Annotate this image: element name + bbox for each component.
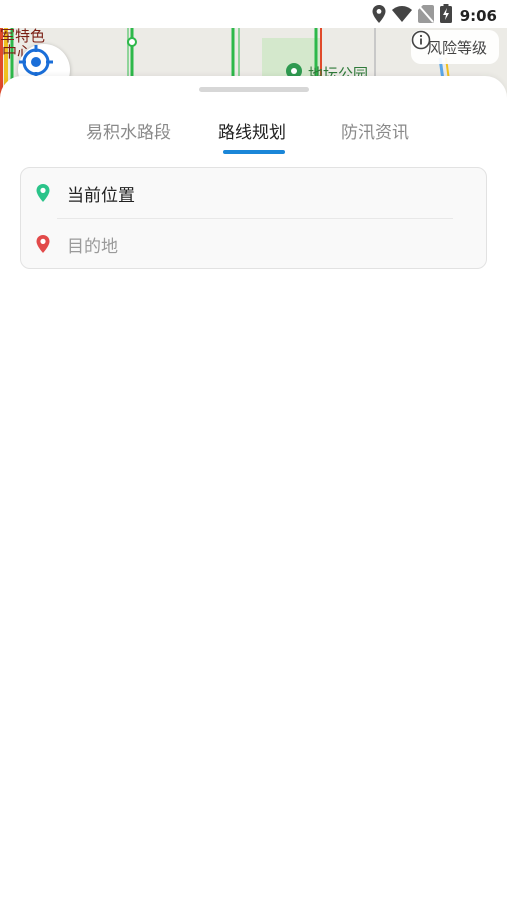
tab-waterlogging-roads[interactable]: 易积水路段	[86, 118, 171, 143]
start-location-text: 当前位置	[67, 185, 135, 206]
status-time: 9:06	[459, 6, 497, 25]
sim-off-icon	[417, 4, 434, 27]
sheet-drag-handle[interactable]	[199, 87, 309, 92]
screen: 9:06 军特色 中心 地坛公园 风险等级 易积水路段 路线规划 防汛资讯 当前…	[0, 0, 507, 901]
status-icons: 9:06	[372, 4, 497, 27]
map-poi-label: 军特色	[0, 28, 46, 45]
risk-level-label: 风险等级	[426, 38, 487, 57]
battery-charging-icon	[439, 4, 452, 27]
start-pin-icon	[35, 183, 51, 203]
active-tab-indicator	[223, 150, 285, 154]
destination-pin-icon	[35, 234, 51, 254]
destination-row[interactable]: 目的地	[21, 219, 488, 269]
route-input-card: 当前位置 目的地	[20, 167, 487, 269]
destination-input[interactable]: 目的地	[67, 232, 118, 257]
tab-bar: 易积水路段 路线规划 防汛资讯	[0, 118, 507, 158]
tab-flood-news[interactable]: 防汛资讯	[341, 118, 409, 143]
bottom-sheet: 易积水路段 路线规划 防汛资讯 当前位置 目的地	[0, 76, 507, 901]
tab-route-planning[interactable]: 路线规划	[218, 118, 286, 143]
status-bar: 9:06	[0, 0, 507, 28]
wifi-icon	[391, 5, 412, 26]
risk-level-button[interactable]: 风险等级	[410, 30, 499, 64]
location-icon	[372, 4, 386, 27]
start-location-row[interactable]: 当前位置	[21, 168, 488, 218]
